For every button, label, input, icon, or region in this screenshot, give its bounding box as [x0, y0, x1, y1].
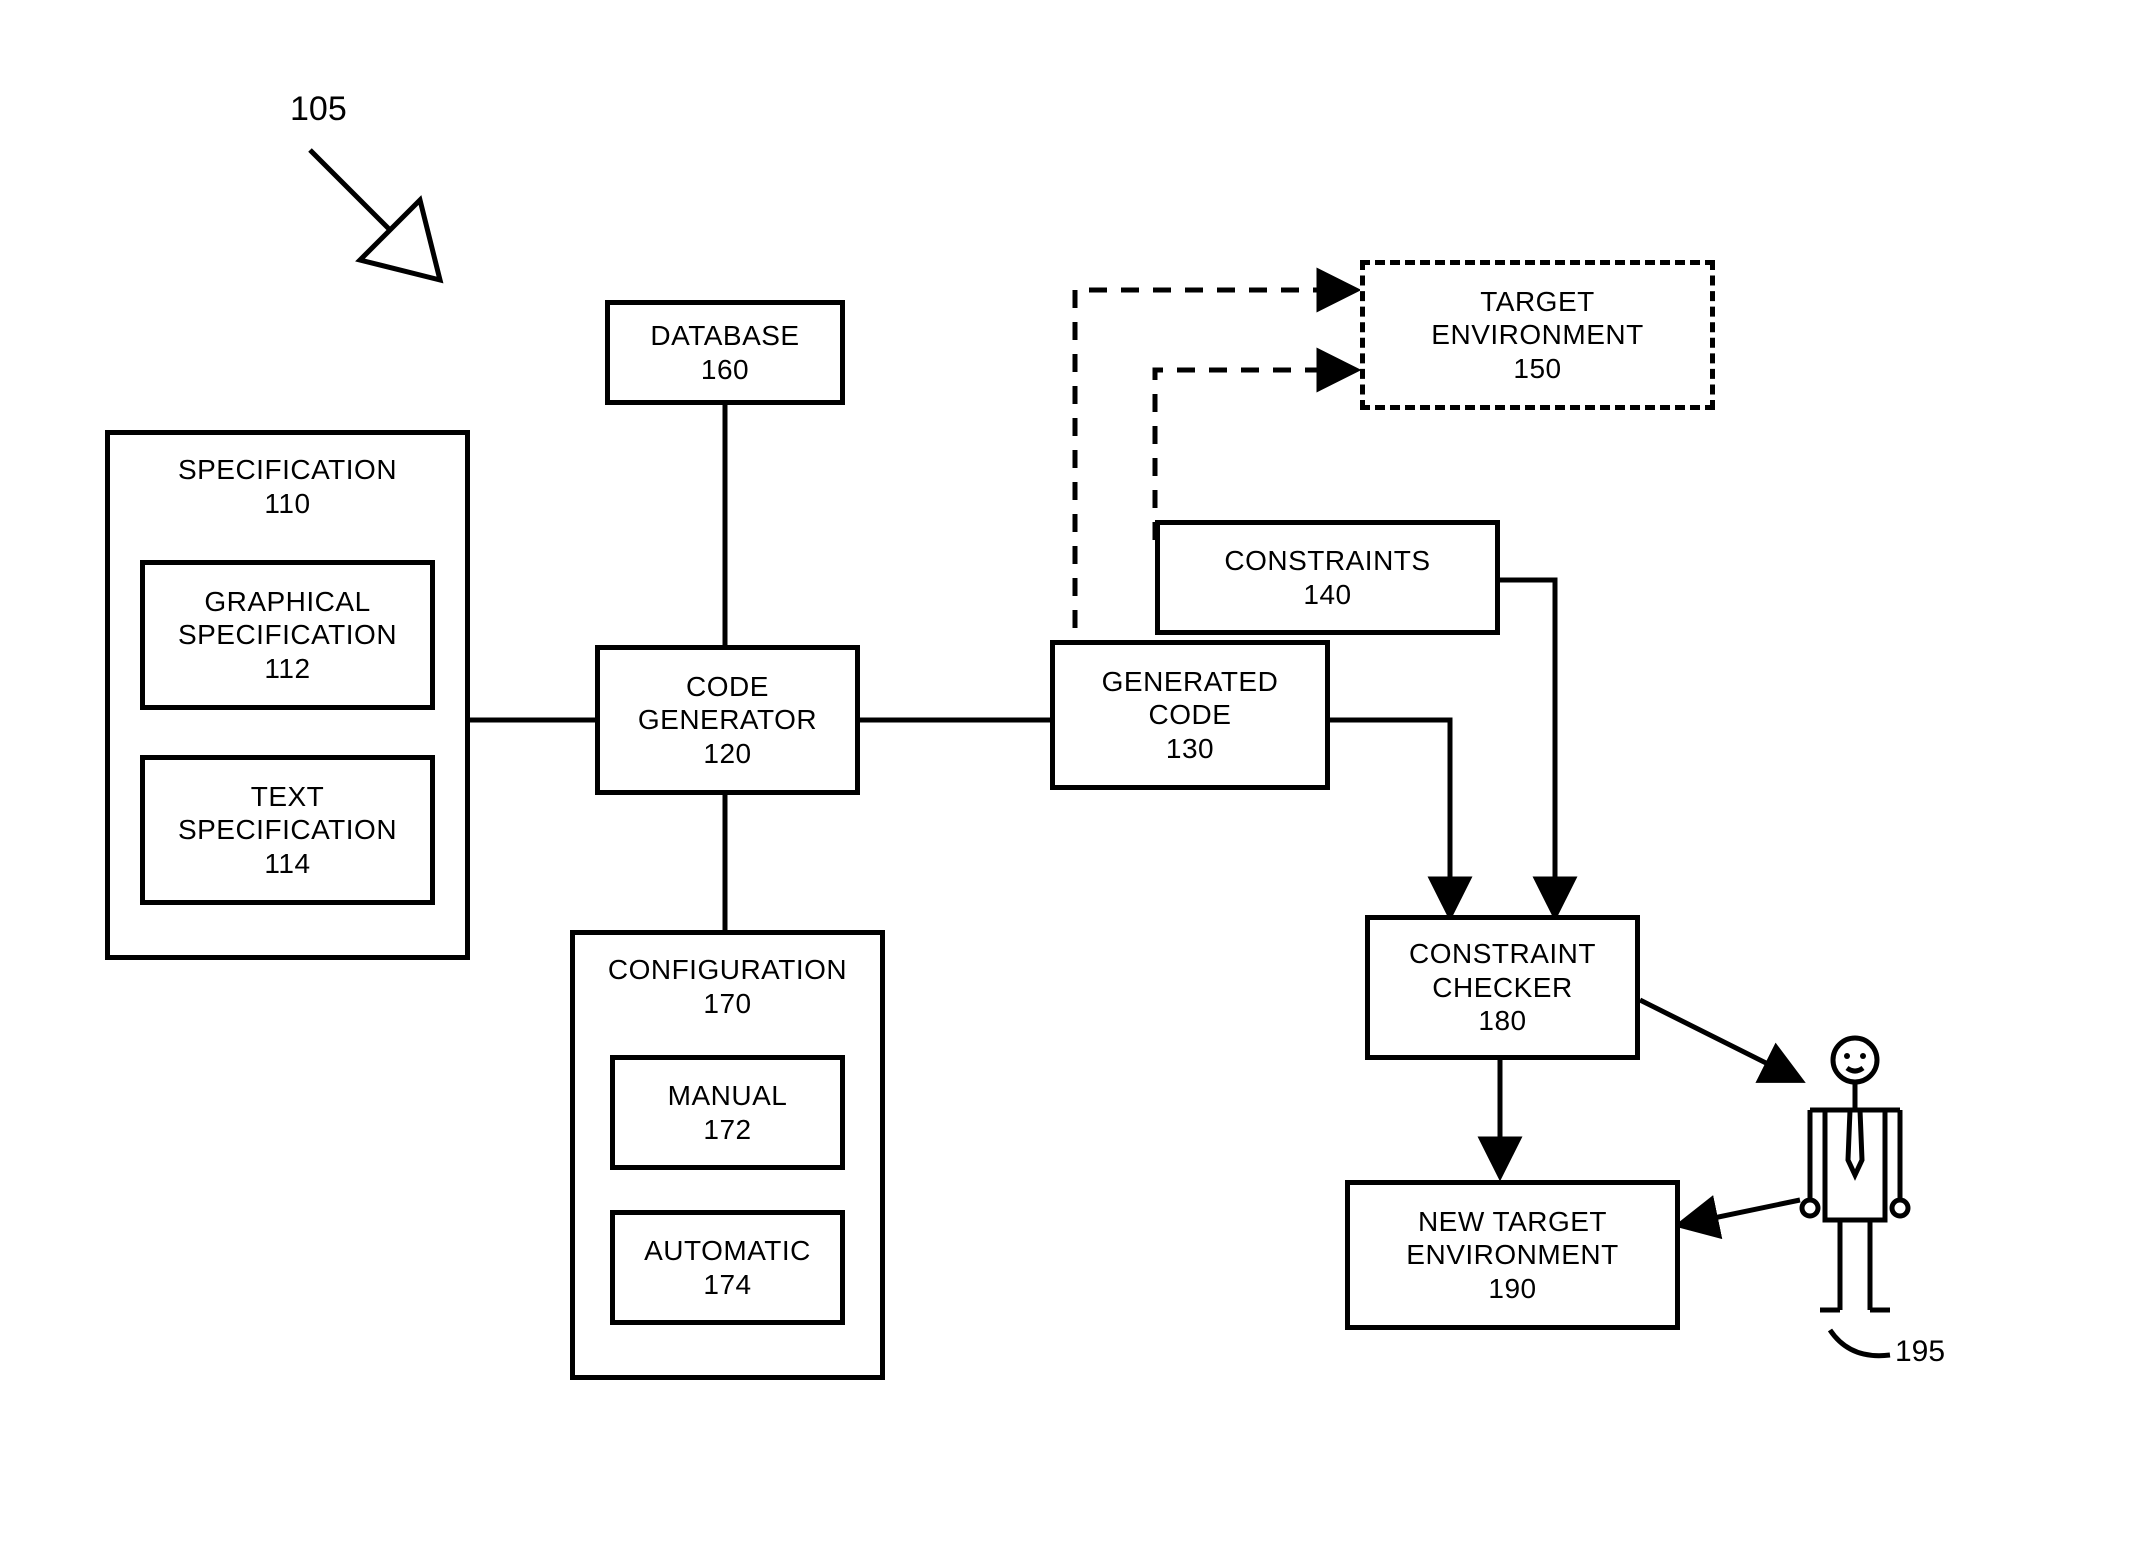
manual-title: MANUAL — [668, 1079, 788, 1113]
generated-code-box: GENERATED CODE 130 — [1050, 640, 1330, 790]
graphical-spec-box: GRAPHICAL SPECIFICATION 112 — [140, 560, 435, 710]
manual-num: 172 — [703, 1113, 751, 1147]
new-target-env-num: 190 — [1488, 1272, 1536, 1306]
constraints-box: CONSTRAINTS 140 — [1155, 520, 1500, 635]
generated-code-title: GENERATED CODE — [1102, 665, 1279, 732]
code-generator-num: 120 — [703, 737, 751, 771]
automatic-num: 174 — [703, 1268, 751, 1302]
conn-user-to-newtarget — [1680, 1200, 1800, 1225]
conn-constraints-to-checker — [1500, 580, 1555, 915]
new-target-env-box: NEW TARGET ENVIRONMENT 190 — [1345, 1180, 1680, 1330]
target-env-box: TARGET ENVIRONMENT 150 — [1360, 260, 1715, 410]
graphical-spec-num: 112 — [264, 652, 310, 686]
target-env-title: TARGET ENVIRONMENT — [1431, 285, 1643, 352]
code-generator-box: CODE GENERATOR 120 — [595, 645, 860, 795]
user-ref-label: 195 — [1895, 1335, 1945, 1369]
constraints-num: 140 — [1303, 578, 1351, 612]
specification-num: 110 — [264, 487, 310, 521]
automatic-box: AUTOMATIC 174 — [610, 1210, 845, 1325]
database-title: DATABASE — [650, 319, 799, 353]
automatic-title: AUTOMATIC — [644, 1234, 811, 1268]
database-box: DATABASE 160 — [605, 300, 845, 405]
target-env-num: 150 — [1513, 352, 1561, 386]
text-spec-num: 114 — [264, 847, 310, 881]
graphical-spec-title: GRAPHICAL SPECIFICATION — [178, 585, 397, 652]
diagram-canvas: 105 — [0, 0, 2137, 1543]
new-target-env-title: NEW TARGET ENVIRONMENT — [1406, 1205, 1618, 1272]
figure-ref-label: 105 — [290, 90, 347, 129]
code-generator-title: CODE GENERATOR — [638, 670, 817, 737]
figure-ref-arrow — [310, 150, 440, 280]
manual-box: MANUAL 172 — [610, 1055, 845, 1170]
specification-title: SPECIFICATION — [178, 453, 397, 487]
constraint-checker-title: CONSTRAINT CHECKER — [1409, 937, 1596, 1004]
configuration-title: CONFIGURATION — [608, 953, 847, 987]
user-icon — [1802, 1038, 1908, 1356]
configuration-num: 170 — [703, 987, 751, 1021]
constraint-checker-box: CONSTRAINT CHECKER 180 — [1365, 915, 1640, 1060]
conn-constraints-dashed-up — [1155, 370, 1355, 540]
constraint-checker-num: 180 — [1478, 1004, 1526, 1038]
database-num: 160 — [701, 353, 749, 387]
conn-checker-to-user — [1640, 1000, 1800, 1080]
constraints-title: CONSTRAINTS — [1224, 544, 1430, 578]
generated-code-num: 130 — [1166, 732, 1214, 766]
text-spec-box: TEXT SPECIFICATION 114 — [140, 755, 435, 905]
text-spec-title: TEXT SPECIFICATION — [178, 780, 397, 847]
conn-gencode-to-checker — [1330, 720, 1450, 915]
